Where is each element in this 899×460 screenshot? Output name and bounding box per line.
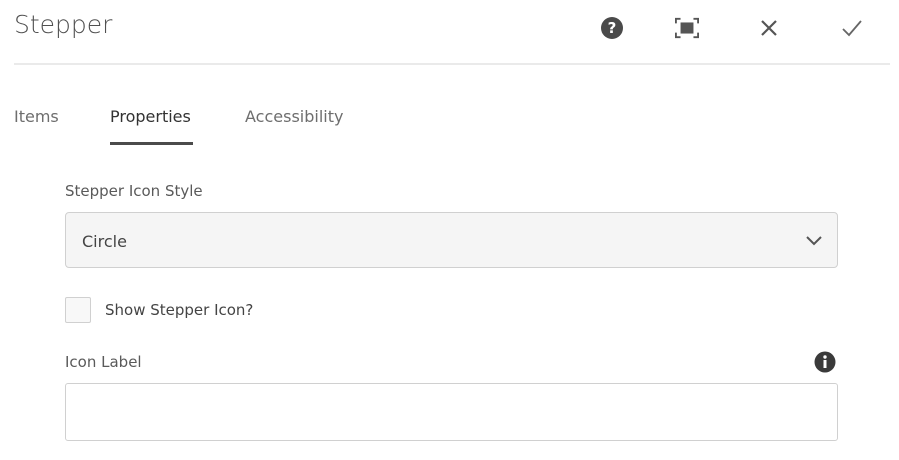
icon-style-value: Circle <box>82 232 127 251</box>
fullscreen-icon <box>675 17 699 39</box>
fullscreen-button[interactable] <box>675 16 699 40</box>
help-icon: ? <box>601 17 623 39</box>
icon-label-label: Icon Label <box>65 353 142 371</box>
active-tab-indicator <box>110 142 193 145</box>
icon-style-label: Stepper Icon Style <box>65 182 203 200</box>
info-icon <box>814 351 836 373</box>
show-icon-checkbox[interactable] <box>65 297 91 323</box>
dialog-title: Stepper <box>14 10 113 39</box>
done-button[interactable] <box>840 16 864 40</box>
tab-items[interactable]: Items <box>14 107 59 126</box>
svg-text:?: ? <box>608 19 617 37</box>
check-icon <box>842 20 862 37</box>
show-icon-label: Show Stepper Icon? <box>105 301 254 319</box>
close-icon <box>761 20 777 36</box>
tab-properties[interactable]: Properties <box>110 107 191 126</box>
header-divider <box>14 63 890 65</box>
close-button[interactable] <box>757 16 781 40</box>
icon-style-select[interactable]: Circle <box>65 212 838 268</box>
chevron-down-icon <box>806 236 822 246</box>
help-button[interactable]: ? <box>600 16 624 40</box>
icon-label-input[interactable] <box>65 383 838 441</box>
info-button[interactable] <box>814 351 836 377</box>
tab-accessibility[interactable]: Accessibility <box>245 107 343 126</box>
